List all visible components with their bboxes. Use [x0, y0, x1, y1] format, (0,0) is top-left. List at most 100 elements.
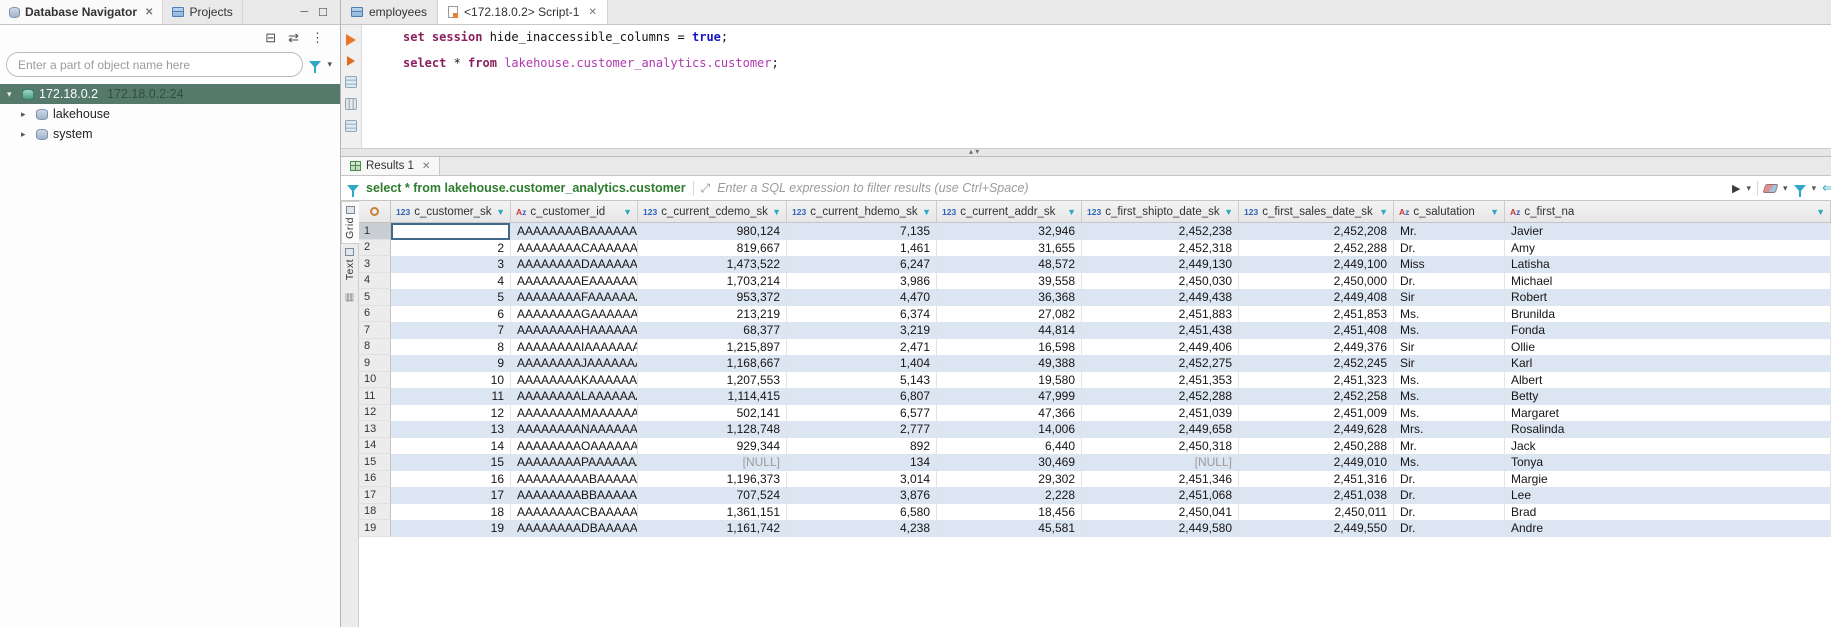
cell[interactable]: Fonda	[1505, 322, 1831, 339]
cell[interactable]: 8	[391, 339, 511, 356]
cell[interactable]: Ms.	[1394, 322, 1505, 339]
cell[interactable]: Ms.	[1394, 388, 1505, 405]
row-number[interactable]: 15	[359, 454, 391, 471]
cell[interactable]: Robert	[1505, 289, 1831, 306]
cell[interactable]: 4	[391, 273, 511, 290]
column-header-c_salutation[interactable]: Azc_salutation▼	[1394, 201, 1505, 222]
cell[interactable]: Sir	[1394, 339, 1505, 356]
cell[interactable]: 2,451,853	[1239, 306, 1394, 323]
cell[interactable]: Tonya	[1505, 454, 1831, 471]
cell[interactable]: AAAAAAAAPAAAAAAA	[511, 454, 638, 471]
cell[interactable]: 68,377	[638, 322, 787, 339]
sort-dropdown-icon[interactable]: ▼	[496, 207, 505, 217]
cell[interactable]: 2,449,130	[1082, 256, 1239, 273]
cell[interactable]: 2,449,628	[1239, 421, 1394, 438]
sort-dropdown-icon[interactable]: ▼	[1490, 207, 1499, 217]
output-console-button[interactable]	[345, 120, 357, 132]
tree-item-lakehouse[interactable]: ▸ lakehouse	[0, 104, 340, 124]
cell[interactable]: 2,449,438	[1082, 289, 1239, 306]
sort-dropdown-icon[interactable]: ▼	[1379, 207, 1388, 217]
cell[interactable]: 2,449,580	[1082, 520, 1239, 537]
cell[interactable]: 3,014	[787, 471, 937, 488]
cell[interactable]: 2,452,288	[1239, 240, 1394, 257]
cell[interactable]: 6	[391, 306, 511, 323]
cell[interactable]: 47,366	[937, 405, 1082, 422]
editor-results-splitter[interactable]: ▴ ▾	[341, 148, 1831, 157]
cell[interactable]: Ms.	[1394, 306, 1505, 323]
cell[interactable]: 819,667	[638, 240, 787, 257]
cell[interactable]: Javier	[1505, 223, 1831, 240]
tab-results-1[interactable]: Results 1 ✕	[341, 157, 440, 175]
cell[interactable]: 1,168,667	[638, 355, 787, 372]
row-number[interactable]: 8	[359, 339, 391, 356]
cell[interactable]: AAAAAAAAKAAAAAAA	[511, 372, 638, 389]
cell[interactable]: 2,449,406	[1082, 339, 1239, 356]
cell[interactable]: Ms.	[1394, 454, 1505, 471]
cell[interactable]: Latisha	[1505, 256, 1831, 273]
sort-dropdown-icon[interactable]: ▼	[623, 207, 632, 217]
cell[interactable]: Dr.	[1394, 520, 1505, 537]
cell[interactable]: 2,449,408	[1239, 289, 1394, 306]
row-number[interactable]: 5	[359, 289, 391, 306]
cell[interactable]: 2,451,068	[1082, 487, 1239, 504]
explain-plan-button[interactable]	[345, 76, 357, 88]
expander-closed-icon[interactable]: ▸	[21, 109, 31, 120]
cell[interactable]: 929,344	[638, 438, 787, 455]
cell[interactable]: 5,143	[787, 372, 937, 389]
execute-statement-button[interactable]	[346, 34, 356, 46]
row-number[interactable]: 14	[359, 438, 391, 455]
cell[interactable]: 2,451,353	[1082, 372, 1239, 389]
cell[interactable]: 1,703,214	[638, 273, 787, 290]
cell[interactable]: 44,814	[937, 322, 1082, 339]
cell[interactable]: 14	[391, 438, 511, 455]
cell[interactable]: 6,577	[787, 405, 937, 422]
cell[interactable]: Mr.	[1394, 438, 1505, 455]
cell[interactable]: [NULL]	[1082, 454, 1239, 471]
tab-projects[interactable]: Projects	[163, 0, 242, 24]
cell[interactable]: 2,452,208	[1239, 223, 1394, 240]
cell[interactable]: Albert	[1505, 372, 1831, 389]
cell[interactable]: 2,450,318	[1082, 438, 1239, 455]
cell[interactable]: 6,374	[787, 306, 937, 323]
cell[interactable]: 1,361,151	[638, 504, 787, 521]
cell[interactable]: Brunilda	[1505, 306, 1831, 323]
cell[interactable]: 2,449,550	[1239, 520, 1394, 537]
column-header-c_customer_id[interactable]: Azc_customer_id▼	[511, 201, 638, 222]
sash-grip-icon[interactable]: ▴ ▾	[969, 147, 979, 156]
cell[interactable]: 12	[391, 405, 511, 422]
cell[interactable]: 7	[391, 322, 511, 339]
cell[interactable]: 6,807	[787, 388, 937, 405]
cell[interactable]: Amy	[1505, 240, 1831, 257]
cell[interactable]: 1,461	[787, 240, 937, 257]
cell[interactable]: 2,450,041	[1082, 504, 1239, 521]
row-number[interactable]: 13	[359, 421, 391, 438]
panel-arrow-icon[interactable]: ⇐	[1822, 180, 1831, 196]
cell[interactable]: Dr.	[1394, 487, 1505, 504]
sort-dropdown-icon[interactable]: ▼	[772, 207, 781, 217]
chevron-down-icon[interactable]: ▾	[1747, 183, 1752, 194]
cell[interactable]: 2,777	[787, 421, 937, 438]
cell[interactable]: 2,452,288	[1082, 388, 1239, 405]
cell[interactable]: 2,449,376	[1239, 339, 1394, 356]
row-number[interactable]: 2	[359, 240, 391, 257]
cell[interactable]: 2	[391, 240, 511, 257]
cell[interactable]: 2,452,318	[1082, 240, 1239, 257]
row-number[interactable]: 12	[359, 405, 391, 422]
cell[interactable]: 5	[391, 289, 511, 306]
row-number[interactable]: 19	[359, 520, 391, 537]
cell[interactable]: 18	[391, 504, 511, 521]
cell[interactable]: 2,449,658	[1082, 421, 1239, 438]
object-search-input[interactable]	[6, 52, 303, 77]
cell[interactable]: Dr.	[1394, 504, 1505, 521]
cell[interactable]: 47,999	[937, 388, 1082, 405]
cell[interactable]: Jack	[1505, 438, 1831, 455]
cell[interactable]: 31,655	[937, 240, 1082, 257]
cell[interactable]: 29,302	[937, 471, 1082, 488]
collapse-all-icon[interactable]: ⊟	[265, 30, 276, 46]
cell[interactable]: 19,580	[937, 372, 1082, 389]
cell[interactable]: 502,141	[638, 405, 787, 422]
cell[interactable]: 15	[391, 454, 511, 471]
row-number[interactable]: 10	[359, 372, 391, 389]
view-menu-icon[interactable]: ⋮	[311, 30, 324, 46]
cell[interactable]: AAAAAAAAJAAAAAAA	[511, 355, 638, 372]
